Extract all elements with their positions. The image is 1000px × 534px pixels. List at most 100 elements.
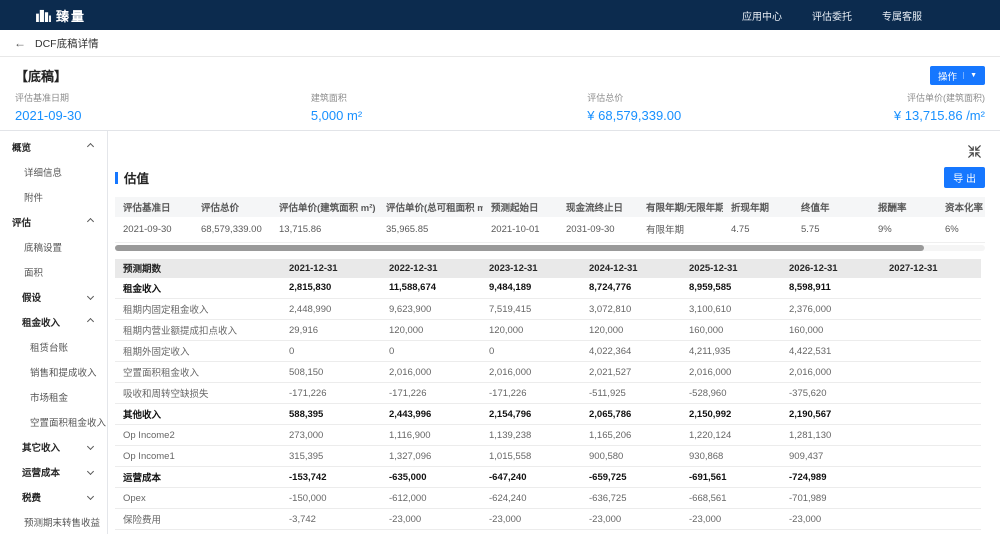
sidebar-item[interactable]: 税费 <box>0 484 107 509</box>
forecast-table-wrap: 预测期数2021-12-312022-12-312023-12-312024-1… <box>115 259 985 531</box>
table-cell: -23,000 <box>581 509 681 530</box>
row-label-cell: 保险费用 <box>115 509 281 530</box>
table-cell: 2,190,567 <box>781 404 881 425</box>
sidebar-item-label: 详细信息 <box>24 165 62 179</box>
chevron-down-icon <box>87 493 94 500</box>
back-arrow-icon[interactable]: ← <box>14 37 26 49</box>
table-cell: 1,116,900 <box>381 425 481 446</box>
action-dropdown-button[interactable]: 操作 ▼ <box>930 66 985 85</box>
table-cell: 160,000 <box>781 320 881 341</box>
table-row: 租金收入2,815,83011,588,6749,484,1898,724,77… <box>115 278 981 299</box>
sidebar-item[interactable]: 详细信息 <box>0 159 107 184</box>
sidebar-item-label: 预测期末转售收益 <box>24 515 100 529</box>
nav-menu-item[interactable]: 评估委托 <box>812 8 852 23</box>
nav-menu-item[interactable]: 专属客服 <box>882 8 922 23</box>
table-cell: 2,016,000 <box>381 362 481 383</box>
sidebar-item-label: 概览 <box>12 140 31 154</box>
table-cell <box>881 299 981 320</box>
table-cell: 35,965.85 <box>378 217 483 242</box>
period-column-header: 预测期数 <box>115 259 281 278</box>
table-cell: 3,100,610 <box>681 299 781 320</box>
field-value: ¥ 13,715.86 /m² <box>839 108 985 123</box>
fullscreen-exit-icon[interactable] <box>968 145 981 158</box>
table-cell: 68,579,339.00 <box>193 217 271 242</box>
sidebar-item[interactable]: 底稿设置 <box>0 234 107 259</box>
table-cell: -612,000 <box>381 488 481 509</box>
row-label-cell: Opex <box>115 488 281 509</box>
sidebar-item[interactable]: 面积 <box>0 259 107 284</box>
sidebar-item[interactable]: 其它收入 <box>0 434 107 459</box>
field-value: 5,000 m² <box>311 108 587 123</box>
sidebar-item[interactable]: 租赁台账 <box>0 334 107 359</box>
table-cell: -647,240 <box>481 467 581 488</box>
chevron-up-icon <box>87 218 94 225</box>
field-label: 评估基准日期 <box>15 91 311 104</box>
sidebar-item-label: 租赁台账 <box>30 340 68 354</box>
table-cell: 588,395 <box>281 404 381 425</box>
field-label: 评估单价(建筑面积) <box>839 91 985 104</box>
table-cell: 有限年期 <box>638 217 723 242</box>
table-cell: 13,715.86 <box>271 217 378 242</box>
sidebar-item[interactable]: 空置面积租金收入 <box>0 409 107 434</box>
table-cell: 9% <box>870 217 937 242</box>
table-cell: -659,725 <box>581 467 681 488</box>
summary-field: 建筑面积 5,000 m² <box>311 91 587 123</box>
chevron-down-icon <box>87 443 94 450</box>
table-cell <box>881 446 981 467</box>
sidebar-item[interactable]: 运营成本 <box>0 459 107 484</box>
table-cell: 2021-10-01 <box>483 217 558 242</box>
table-cell: 0 <box>281 341 381 362</box>
sidebar-item[interactable]: 租金收入 <box>0 309 107 334</box>
row-label-cell: 租期外固定收入 <box>115 341 281 362</box>
field-label: 评估总价 <box>587 91 839 104</box>
table-row: 租期内固定租金收入2,448,9909,623,9007,519,4153,07… <box>115 299 981 320</box>
table-cell: -153,742 <box>281 467 381 488</box>
table-cell: -701,989 <box>781 488 881 509</box>
summary-field: 评估单价(建筑面积) ¥ 13,715.86 /m² <box>839 91 985 123</box>
table-cell <box>881 467 981 488</box>
horizontal-scrollbar-thumb[interactable] <box>115 245 924 251</box>
table-cell: -691,561 <box>681 467 781 488</box>
sidebar-item[interactable]: 附件 <box>0 184 107 209</box>
table-cell: 8,724,776 <box>581 278 681 299</box>
sidebar-item[interactable]: 评估 <box>0 209 107 234</box>
period-date-header: 2021-12-31 <box>281 259 381 278</box>
table-cell: 29,916 <box>281 320 381 341</box>
table-cell: 4,211,935 <box>681 341 781 362</box>
table-cell: 160,000 <box>681 320 781 341</box>
breadcrumb-title: DCF底稿详情 <box>35 36 99 51</box>
table-cell <box>881 488 981 509</box>
sidebar-item-label: 附件 <box>24 190 43 204</box>
sidebar-item[interactable]: 概览 <box>0 134 107 159</box>
table-row: Op Income1315,3951,327,0961,015,558900,5… <box>115 446 981 467</box>
sidebar-item-label: 评估 <box>12 215 31 229</box>
sidebar-item[interactable]: 假设 <box>0 284 107 309</box>
table-cell: 2,065,786 <box>581 404 681 425</box>
table-cell: 0 <box>481 341 581 362</box>
table-cell: -23,000 <box>781 509 881 530</box>
sidebar: 概览详细信息附件评估底稿设置面积假设租金收入租赁台账销售和提成收入市场租金空置面… <box>0 131 108 534</box>
table-cell: 9,623,900 <box>381 299 481 320</box>
sidebar-item-label: 税费 <box>22 490 41 504</box>
table-row: 吸收和周转空缺损失-171,226-171,226-171,226-511,92… <box>115 383 981 404</box>
field-label: 建筑面积 <box>311 91 587 104</box>
table-cell: 909,437 <box>781 446 881 467</box>
sidebar-item-label: 空置面积租金收入 <box>30 415 106 429</box>
buildings-logo-icon <box>36 9 51 22</box>
summary-field: 评估总价¥ 68,579,339.00 <box>587 91 839 123</box>
sidebar-item[interactable]: 预测期末转售收益 <box>0 509 107 534</box>
table-cell: 4,022,364 <box>581 341 681 362</box>
row-label-cell: 租金收入 <box>115 278 281 299</box>
row-label-cell: Op Income2 <box>115 425 281 446</box>
table-row: 空置面积租金收入508,1502,016,0002,016,0002,021,5… <box>115 362 981 383</box>
nav-menu-item[interactable]: 应用中心 <box>742 8 782 23</box>
table-cell: -668,561 <box>681 488 781 509</box>
table-cell: 1,139,238 <box>481 425 581 446</box>
table-cell: -23,000 <box>481 509 581 530</box>
main-content: 估值 导 出 评估基准日评估总价评估单价(建筑面积 m²)评估单价(总可租面积 … <box>108 131 1000 534</box>
table-cell: 2,376,000 <box>781 299 881 320</box>
export-button[interactable]: 导 出 <box>944 167 985 188</box>
table-cell: -171,226 <box>481 383 581 404</box>
sidebar-item[interactable]: 销售和提成收入 <box>0 359 107 384</box>
sidebar-item[interactable]: 市场租金 <box>0 384 107 409</box>
